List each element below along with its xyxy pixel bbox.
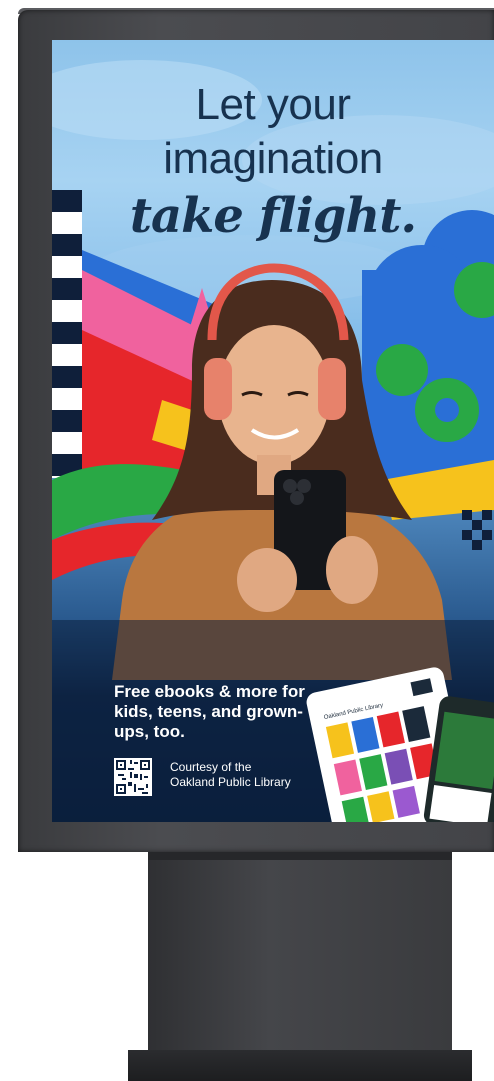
headline-line-1: Let your xyxy=(195,80,351,129)
digital-kiosk: Oakland Public Library Let your imaginat… xyxy=(0,0,494,1081)
courtesy-line-1: Courtesy of the xyxy=(170,760,252,774)
courtesy-line-2: Oakland Public Library xyxy=(170,775,291,789)
kiosk-base xyxy=(128,1050,472,1081)
qr-code xyxy=(114,758,152,796)
kiosk-stand xyxy=(148,852,452,1062)
poster-display: Oakland Public Library Let your imaginat… xyxy=(52,40,494,822)
headline-line-2: imagination xyxy=(163,134,383,183)
kiosk-stand-collar xyxy=(148,852,452,860)
headline-line-3: take flight. xyxy=(129,188,417,244)
tagline: Free ebooks & more for kids, teens, and … xyxy=(114,682,305,741)
courtesy-text: Courtesy of the Oakland Public Library xyxy=(170,760,320,790)
